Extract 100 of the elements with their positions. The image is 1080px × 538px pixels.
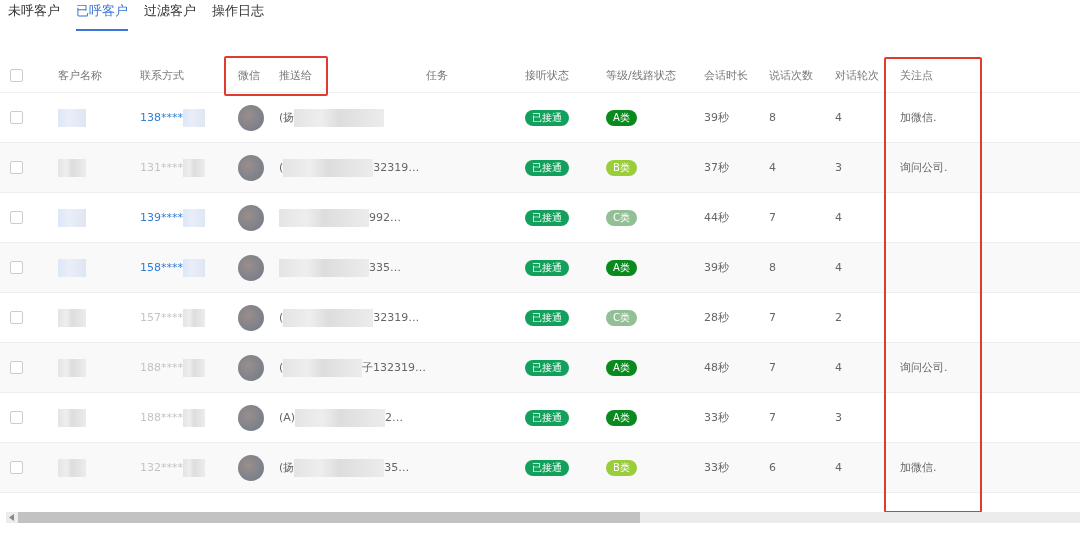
- mosaic-patch: [58, 258, 86, 277]
- column-header: 微信: [238, 67, 261, 83]
- round-count-text: 4: [835, 211, 843, 224]
- grade-badge: B类: [606, 159, 637, 176]
- grade-badge: C类: [606, 309, 637, 326]
- tab[interactable]: 已呼客户: [76, 0, 128, 31]
- column-header: 会话时长: [704, 67, 749, 83]
- talk-count-text: 8: [769, 111, 777, 124]
- duration-text: 28秒: [704, 310, 730, 325]
- push-target-text: 992…: [369, 211, 401, 224]
- talk-count-text: 6: [769, 461, 777, 474]
- grade-badge: A类: [606, 109, 637, 126]
- duration-text: 39秒: [704, 110, 730, 125]
- tab[interactable]: 未呼客户: [8, 0, 60, 31]
- column-header: 任务: [426, 67, 449, 83]
- duration-text: 48秒: [704, 360, 730, 375]
- round-count-text: 4: [835, 461, 843, 474]
- focus-text: 询问公司.: [900, 360, 949, 375]
- status-badge: 已接通: [525, 459, 569, 476]
- duration-text: 33秒: [704, 410, 730, 425]
- column-header: 说话次数: [769, 67, 814, 83]
- push-target-text: (A): [279, 411, 296, 424]
- phone-text: 158****: [140, 261, 183, 274]
- phone-text: 157****: [140, 311, 183, 324]
- mosaic-patch: [58, 308, 86, 327]
- grade-badge: B类: [606, 459, 637, 476]
- status-badge: 已接通: [525, 359, 569, 376]
- push-target-text: 2…: [385, 411, 404, 424]
- checkbox[interactable]: [10, 261, 23, 274]
- talk-count-text: 7: [769, 361, 777, 374]
- column-header: 推送给: [279, 67, 313, 83]
- column-header: 对话轮次: [835, 67, 880, 83]
- talk-count-text: 7: [769, 311, 777, 324]
- focus-text: 加微信.: [900, 110, 938, 125]
- mosaic-patch: [58, 208, 86, 227]
- push-target-text: (扬: [279, 460, 295, 475]
- push-target-text: (扬: [279, 110, 295, 125]
- round-count-text: 3: [835, 411, 843, 424]
- grade-badge: A类: [606, 409, 637, 426]
- round-count-text: 4: [835, 361, 843, 374]
- column-header: 客户名称: [58, 67, 103, 83]
- push-target-text: 子132319…: [362, 360, 426, 375]
- mosaic-patch: [58, 358, 86, 377]
- horizontal-scrollbar[interactable]: [6, 512, 1080, 523]
- push-target-text: 335…: [369, 261, 401, 274]
- column-header: 接听状态: [525, 67, 570, 83]
- push-target-text: (: [279, 361, 284, 374]
- talk-count-text: 4: [769, 161, 777, 174]
- duration-text: 39秒: [704, 260, 730, 275]
- checkbox[interactable]: [10, 361, 23, 374]
- mosaic-patch: [183, 208, 205, 227]
- duration-text: 33秒: [704, 460, 730, 475]
- duration-text: 44秒: [704, 210, 730, 225]
- mosaic-patch: [183, 458, 205, 477]
- scroll-left-icon[interactable]: [9, 514, 14, 521]
- mosaic-patch: [183, 358, 205, 377]
- mosaic-patch: [183, 108, 205, 127]
- talk-count-text: 8: [769, 261, 777, 274]
- tab[interactable]: 过滤客户: [144, 0, 196, 31]
- mosaic-patch: [183, 308, 205, 327]
- push-target-text: 35…: [384, 461, 410, 474]
- status-badge: 已接通: [525, 259, 569, 276]
- status-badge: 已接通: [525, 159, 569, 176]
- tab[interactable]: 操作日志: [212, 0, 264, 31]
- focus-text: 加微信.: [900, 460, 938, 475]
- checkbox[interactable]: [10, 111, 23, 124]
- phone-text: 138****: [140, 111, 183, 124]
- column-header: 关注点: [900, 67, 934, 83]
- talk-count-text: 7: [769, 411, 777, 424]
- duration-text: 37秒: [704, 160, 730, 175]
- push-target-text: 32319…: [373, 161, 420, 174]
- grade-badge: A类: [606, 359, 637, 376]
- round-count-text: 4: [835, 111, 843, 124]
- checkbox[interactable]: [10, 211, 23, 224]
- push-target-text: 32319…: [373, 311, 420, 324]
- round-count-text: 2: [835, 311, 843, 324]
- phone-text: 139****: [140, 211, 183, 224]
- status-badge: 已接通: [525, 309, 569, 326]
- mosaic-patch: [183, 158, 205, 177]
- checkbox[interactable]: [10, 411, 23, 424]
- round-count-text: 3: [835, 161, 843, 174]
- checkbox[interactable]: [10, 311, 23, 324]
- mosaic-patch: [58, 408, 86, 427]
- mosaic-patch: [183, 258, 205, 277]
- focus-text: 询问公司.: [900, 160, 949, 175]
- push-target-text: (: [279, 161, 284, 174]
- column-header: 等级/线路状态: [606, 67, 677, 83]
- mosaic-patch: [183, 408, 205, 427]
- checkbox[interactable]: [10, 461, 23, 474]
- talk-count-text: 7: [769, 211, 777, 224]
- status-badge: 已接通: [525, 409, 569, 426]
- column-header: 联系方式: [140, 67, 185, 83]
- phone-text: 188****: [140, 411, 183, 424]
- checkbox[interactable]: [10, 161, 23, 174]
- push-target-text: (: [279, 311, 284, 324]
- checkbox[interactable]: [10, 68, 23, 82]
- grade-badge: A类: [606, 259, 637, 276]
- grade-badge: C类: [606, 209, 637, 226]
- mosaic-patch: [58, 108, 86, 127]
- round-count-text: 4: [835, 261, 843, 274]
